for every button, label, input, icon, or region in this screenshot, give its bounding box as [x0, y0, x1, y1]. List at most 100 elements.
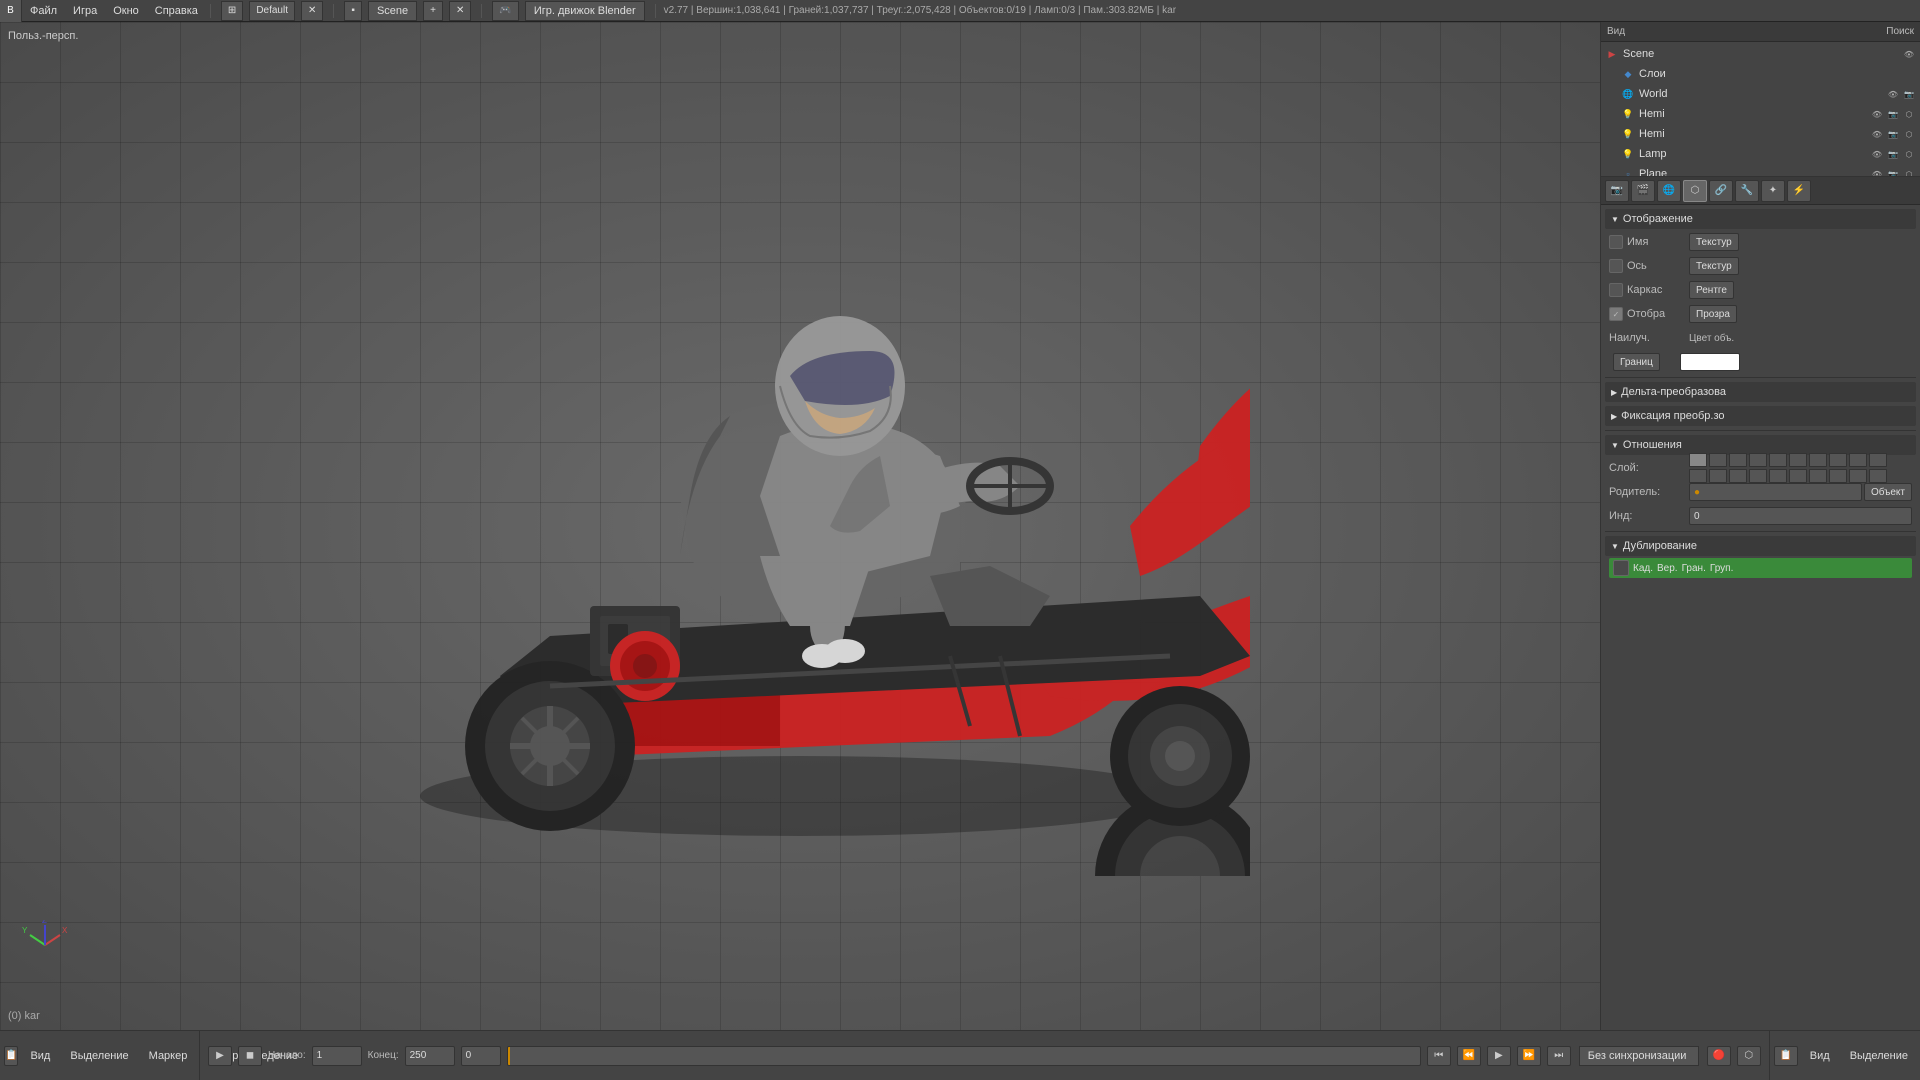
camera-icon5[interactable]: 📷 [1886, 167, 1900, 177]
wireframe-xray-btn[interactable]: Рентге [1689, 281, 1734, 299]
delta-section-header[interactable]: ▶ Дельта-преобразова [1605, 382, 1916, 402]
menu-game[interactable]: Игра [65, 0, 105, 21]
layout-close[interactable]: ✕ [301, 1, 323, 21]
engine-dropdown[interactable]: Игр. движок Blender [525, 1, 645, 21]
jump-start-btn[interactable]: ⏮ [1427, 1046, 1451, 1066]
bottom-select[interactable]: Выделение [62, 1031, 136, 1080]
outliner-item[interactable]: 💡 Hemi 👁 📷 ⬡ [1617, 124, 1920, 144]
prop-particles-btn[interactable]: ✦ [1761, 180, 1785, 202]
dup-ver[interactable]: Вер. [1657, 563, 1678, 574]
step-fwd-btn[interactable]: ⏩ [1517, 1046, 1541, 1066]
outliner-item[interactable]: 🌐 World 👁 📷 [1617, 84, 1920, 104]
prop-physics-btn[interactable]: ⚡ [1787, 180, 1811, 202]
end-frame-input[interactable]: 250 [405, 1046, 455, 1066]
prop-modifier-btn[interactable]: 🔧 [1735, 180, 1759, 202]
parent-type-btn[interactable]: Объект [1864, 483, 1912, 501]
transparent-btn[interactable]: Прозра [1689, 305, 1737, 323]
step-back-btn[interactable]: ⏪ [1457, 1046, 1481, 1066]
current-frame-input[interactable]: 0 [461, 1046, 501, 1066]
anim-toggle-btn[interactable]: ▶ [208, 1046, 232, 1066]
anim-toggle-btn2[interactable]: ◼ [238, 1046, 262, 1066]
fix-section-header[interactable]: ▶ Фиксация преобр.зо [1605, 406, 1916, 426]
view-type-btn[interactable]: 📋 [4, 1046, 18, 1066]
eye-icon2[interactable]: 👁 [1886, 87, 1900, 101]
scene-add[interactable]: + [423, 1, 443, 21]
outliner-item[interactable]: ◆ Слои [1617, 64, 1920, 84]
layer-cell-20[interactable] [1869, 469, 1887, 483]
render-icon[interactable]: ⬡ [1902, 107, 1916, 121]
pass-index-value[interactable]: 0 [1689, 507, 1912, 525]
display-section-header[interactable]: ▼ Отображение [1605, 209, 1916, 229]
camera-icon4[interactable]: 📷 [1886, 147, 1900, 161]
outliner-view-label[interactable]: Вид [1607, 26, 1625, 37]
dup-grup[interactable]: Груп. [1710, 563, 1734, 574]
layer-cell-4[interactable] [1749, 453, 1767, 467]
layer-cell-9[interactable] [1849, 453, 1867, 467]
bottom-right-view[interactable]: Вид [1802, 1031, 1838, 1080]
engine-icon[interactable]: 🎮 [492, 1, 518, 21]
bottom-right-select[interactable]: Выделение [1842, 1031, 1916, 1080]
render-icon4[interactable]: ⬡ [1902, 167, 1916, 177]
dup-gran[interactable]: Гран. [1682, 563, 1706, 574]
outliner-search-label[interactable]: Поиск [1886, 26, 1914, 37]
prop-render-btn[interactable]: 📷 [1605, 180, 1629, 202]
outliner-item[interactable]: 💡 Lamp 👁 📷 ⬡ [1617, 144, 1920, 164]
layer-cell-15[interactable] [1769, 469, 1787, 483]
layer-cell-13[interactable] [1729, 469, 1747, 483]
start-frame-input[interactable]: 1 [312, 1046, 362, 1066]
camera-icon3[interactable]: 📷 [1886, 127, 1900, 141]
name-checkbox[interactable] [1609, 235, 1623, 249]
layer-cell-6[interactable] [1789, 453, 1807, 467]
xray-btn[interactable]: Текстур [1689, 257, 1739, 275]
layer-cell-8[interactable] [1829, 453, 1847, 467]
play-btn[interactable]: ▶ [1487, 1046, 1511, 1066]
layer-cell-14[interactable] [1749, 469, 1767, 483]
layer-cell-7[interactable] [1809, 453, 1827, 467]
layer-cell-11[interactable] [1689, 469, 1707, 483]
bottom-right-type[interactable]: 📋 [1774, 1046, 1798, 1066]
axis-checkbox[interactable] [1609, 259, 1623, 273]
outliner-item[interactable]: ▫ Plane 👁 📷 ⬡ [1617, 164, 1920, 177]
eye-icon5[interactable]: 👁 [1870, 147, 1884, 161]
scene-close[interactable]: ✕ [449, 1, 471, 21]
editor-type-btn[interactable]: ⊞ [221, 1, 243, 21]
eye-icon6[interactable]: 👁 [1870, 167, 1884, 177]
layer-cell-10[interactable] [1869, 453, 1887, 467]
extra-btn2[interactable]: ⬡ [1737, 1046, 1761, 1066]
prop-world-btn[interactable]: 🌐 [1657, 180, 1681, 202]
layer-cell-18[interactable] [1829, 469, 1847, 483]
layer-cell-3[interactable] [1729, 453, 1747, 467]
layer-cell-19[interactable] [1849, 469, 1867, 483]
menu-help[interactable]: Справка [147, 0, 206, 21]
texture-btn[interactable]: Текстур [1689, 233, 1739, 251]
render-icon3[interactable]: ⬡ [1902, 147, 1916, 161]
bottom-marker[interactable]: Маркер [141, 1031, 196, 1080]
layer-cell-17[interactable] [1809, 469, 1827, 483]
eye-icon4[interactable]: 👁 [1870, 127, 1884, 141]
render-icon2[interactable]: ⬡ [1902, 127, 1916, 141]
sync-dropdown[interactable]: Без синхронизации [1579, 1046, 1699, 1066]
prop-object-btn[interactable]: ⬡ [1683, 180, 1707, 202]
dup-kad[interactable]: Кад. [1633, 563, 1653, 574]
eye-icon[interactable]: 👁 [1902, 47, 1916, 61]
bottom-view[interactable]: Вид [22, 1031, 58, 1080]
timeline-scrubber[interactable] [507, 1046, 1421, 1066]
eye-icon3[interactable]: 👁 [1870, 107, 1884, 121]
viewport-3d[interactable]: Польз.-персп. X Y Z (0) kar [0, 22, 1600, 1030]
camera-icon[interactable]: 📷 [1902, 87, 1916, 101]
layer-cell-5[interactable] [1769, 453, 1787, 467]
layer-cell-16[interactable] [1789, 469, 1807, 483]
scene-editor-type[interactable]: ▪ [344, 1, 362, 21]
layout-dropdown[interactable]: Default [249, 1, 295, 21]
outliner-item[interactable]: ▶ Scene 👁 [1601, 44, 1920, 64]
duplication-section-header[interactable]: ▼ Дублирование [1605, 536, 1916, 556]
layer-cell-2[interactable] [1709, 453, 1727, 467]
outliner-item[interactable]: 💡 Hemi 👁 📷 ⬡ [1617, 104, 1920, 124]
layer-cell-12[interactable] [1709, 469, 1727, 483]
wireframe-checkbox[interactable] [1609, 283, 1623, 297]
menu-window[interactable]: Окно [105, 0, 147, 21]
layer-cell-1[interactable] [1689, 453, 1707, 467]
display-checkbox[interactable]: ✓ [1609, 307, 1623, 321]
extra-btn1[interactable]: 🔴 [1707, 1046, 1731, 1066]
jump-end-btn[interactable]: ⏭ [1547, 1046, 1571, 1066]
